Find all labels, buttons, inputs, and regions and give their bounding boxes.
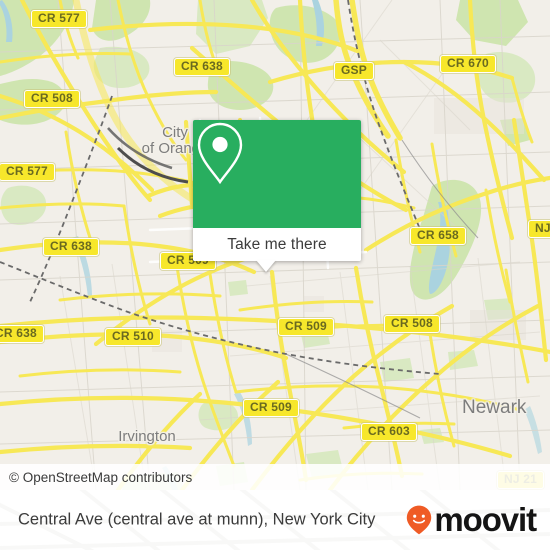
footer-bar: Central Ave (central ave at munn), New Y…: [0, 490, 550, 550]
road-shield: GSP: [334, 62, 374, 80]
road-shield: CR 638: [43, 238, 99, 256]
road-shield: CR 638: [174, 58, 230, 76]
location-popup-card[interactable]: Take me there: [193, 120, 361, 272]
road-shield: CR 658: [410, 227, 466, 245]
location-caption: Central Ave (central ave at munn), New Y…: [18, 510, 376, 529]
road-shield: NJ 21: [528, 220, 550, 238]
osm-attribution-text: © OpenStreetMap contributors: [9, 469, 193, 485]
road-shield: CR 577: [0, 163, 55, 181]
moovit-smiley-pin-icon: [407, 505, 432, 535]
road-shield: CR 670: [440, 55, 496, 73]
road-shield: CR 509: [278, 318, 334, 336]
popup-tail: [256, 260, 276, 272]
map-canvas[interactable]: .rd { stroke:#f7e856; stroke-linecap:rou…: [0, 0, 550, 490]
moovit-logo[interactable]: moovit: [406, 501, 537, 538]
road-shield: CR 509: [243, 399, 299, 417]
popup-header: [193, 120, 361, 228]
road-shield: CR 577: [31, 10, 87, 28]
moovit-wordmark: moovit: [434, 501, 537, 538]
map-pin-icon: [197, 122, 243, 185]
road-shield: CR 508: [24, 90, 80, 108]
road-shield: CR 510: [105, 328, 161, 346]
road-shield: CR 638: [0, 325, 44, 343]
popup-action-label: Take me there: [227, 235, 327, 253]
road-shield: CR 603: [361, 423, 417, 441]
road-shield: CR 508: [384, 315, 440, 333]
screenshot-root: .rd { stroke:#f7e856; stroke-linecap:rou…: [0, 0, 550, 550]
map-attribution-bar: © OpenStreetMap contributors: [0, 464, 550, 490]
popup-action-button[interactable]: Take me there: [193, 228, 361, 261]
